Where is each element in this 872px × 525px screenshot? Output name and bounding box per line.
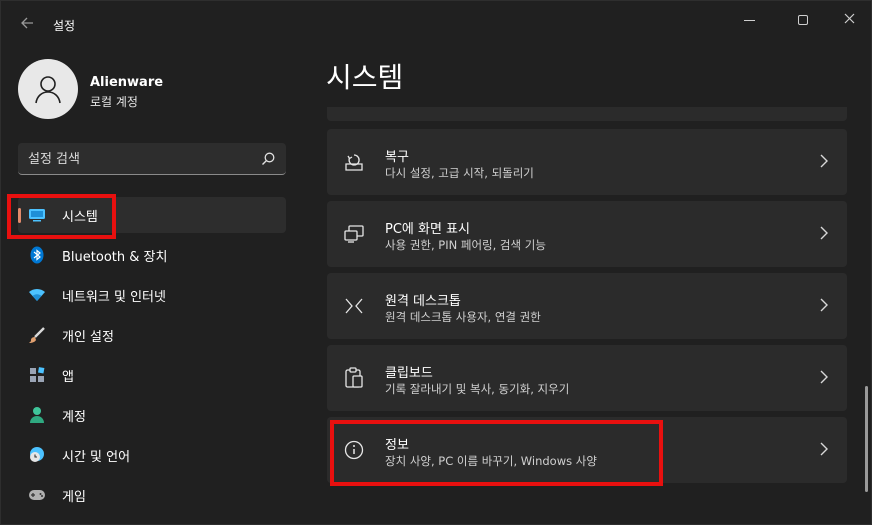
sidebar-item-label: 시간 및 언어 bbox=[62, 450, 131, 465]
settings-window: 설정 Alienware 로컬 계정 시스템 bbox=[0, 0, 872, 525]
page-title: 시스템 bbox=[326, 61, 404, 94]
gamepad-icon bbox=[28, 486, 46, 504]
card-subtitle: 사용 권한, PIN 페어링, 검색 기능 bbox=[385, 238, 546, 252]
chevron-right-icon bbox=[819, 225, 829, 241]
apps-icon bbox=[28, 366, 46, 384]
card-recovery[interactable]: 복구 다시 설정, 고급 시작, 되돌리기 bbox=[327, 129, 847, 195]
sidebar-item-label: 앱 bbox=[62, 370, 74, 385]
maximize-icon[interactable] bbox=[785, 9, 821, 31]
card-subtitle: 장치 사양, PC 이름 바꾸기, Windows 사양 bbox=[385, 454, 597, 468]
card-subtitle: 다시 설정, 고급 시작, 되돌리기 bbox=[385, 166, 534, 180]
account-icon bbox=[28, 406, 46, 424]
card-subtitle: 기록 잘라내기 및 복사, 동기화, 지우기 bbox=[385, 382, 570, 396]
card-clipboard[interactable]: 클립보드 기록 잘라내기 및 복사, 동기화, 지우기 bbox=[327, 345, 847, 411]
chevron-right-icon bbox=[819, 441, 829, 457]
remote-desktop-icon bbox=[343, 295, 365, 317]
chevron-right-icon bbox=[819, 153, 829, 169]
card-title: PC에 화면 표시 bbox=[385, 222, 470, 237]
vertical-scrollbar[interactable] bbox=[865, 386, 868, 492]
sidebar-item-personalization[interactable]: 개인 설정 bbox=[18, 317, 286, 353]
clock-globe-icon bbox=[28, 446, 46, 464]
card-about[interactable]: 정보 장치 사양, PC 이름 바꾸기, Windows 사양 bbox=[327, 417, 847, 483]
project-screen-icon bbox=[343, 223, 365, 245]
sidebar-item-network[interactable]: 네트워크 및 인터넷 bbox=[18, 277, 286, 313]
card-partial bbox=[327, 107, 847, 121]
card-title: 복구 bbox=[385, 150, 409, 165]
sidebar-item-label: 시스템 bbox=[62, 210, 98, 225]
active-indicator bbox=[18, 208, 21, 223]
search-icon[interactable] bbox=[260, 151, 276, 167]
chevron-right-icon bbox=[819, 369, 829, 385]
sidebar-item-accounts[interactable]: 계정 bbox=[18, 397, 286, 433]
user-name: Alienware bbox=[90, 75, 164, 90]
sidebar-item-label: 네트워크 및 인터넷 bbox=[62, 290, 166, 305]
brush-icon bbox=[28, 326, 46, 344]
sidebar-item-system[interactable]: 시스템 bbox=[18, 197, 286, 233]
card-title: 정보 bbox=[385, 438, 409, 453]
monitor-icon bbox=[28, 206, 46, 224]
sidebar-item-gaming[interactable]: 게임 bbox=[18, 477, 286, 513]
sidebar-item-label: 계정 bbox=[62, 410, 86, 425]
card-remote-desktop[interactable]: 원격 데스크톱 원격 데스크톱 사용자, 연결 권한 bbox=[327, 273, 847, 339]
search-box[interactable] bbox=[18, 143, 286, 175]
search-input[interactable] bbox=[28, 149, 248, 169]
sidebar-nav: 시스템 Bluetooth & 장치 네트워크 및 인터넷 개인 설정 앱 계정… bbox=[18, 197, 286, 517]
close-icon[interactable] bbox=[831, 9, 867, 31]
person-icon[interactable] bbox=[18, 59, 78, 119]
app-title: 설정 bbox=[53, 19, 76, 33]
card-subtitle: 원격 데스크톱 사용자, 연결 권한 bbox=[385, 310, 541, 324]
card-project-to-pc[interactable]: PC에 화면 표시 사용 권한, PIN 페어링, 검색 기능 bbox=[327, 201, 847, 267]
recovery-icon bbox=[343, 151, 365, 173]
account-type: 로컬 계정 bbox=[90, 95, 138, 109]
clipboard-icon bbox=[343, 367, 365, 389]
wifi-icon bbox=[28, 286, 46, 304]
sidebar-item-label: 개인 설정 bbox=[62, 330, 114, 345]
back-arrow-icon[interactable] bbox=[13, 13, 41, 37]
sidebar-item-apps[interactable]: 앱 bbox=[18, 357, 286, 393]
sidebar-item-time-language[interactable]: 시간 및 언어 bbox=[18, 437, 286, 473]
chevron-right-icon bbox=[819, 297, 829, 313]
bluetooth-icon bbox=[28, 246, 46, 264]
info-icon bbox=[343, 439, 365, 461]
title-bar: 설정 bbox=[1, 1, 872, 47]
sidebar-item-label: Bluetooth & 장치 bbox=[62, 250, 168, 265]
sidebar-item-label: 게임 bbox=[62, 490, 86, 505]
card-title: 원격 데스크톱 bbox=[385, 294, 461, 309]
sidebar-item-bluetooth[interactable]: Bluetooth & 장치 bbox=[18, 237, 286, 273]
minimize-icon[interactable] bbox=[731, 9, 767, 31]
card-title: 클립보드 bbox=[385, 366, 433, 381]
